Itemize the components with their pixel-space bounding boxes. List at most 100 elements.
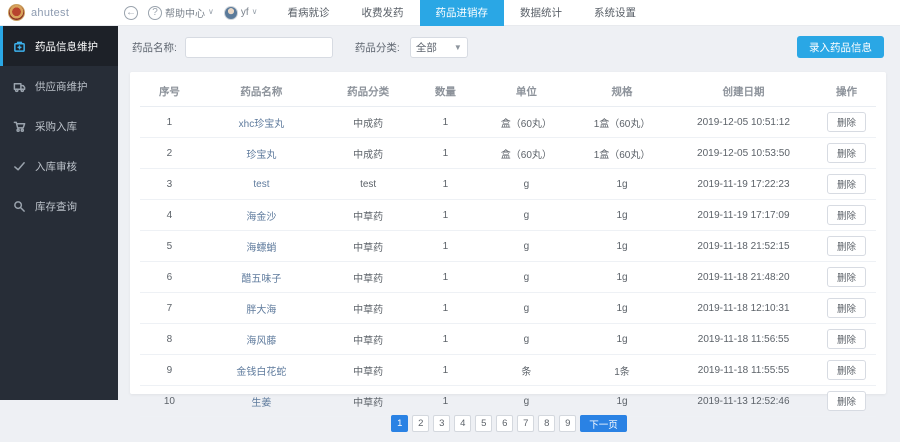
page-button[interactable]: 8 <box>538 415 555 432</box>
row-index: 1 <box>140 107 199 138</box>
table-body: 1xhc珍宝丸中成药1盒（60丸）1盒（60丸）2019-12-05 10:51… <box>140 107 876 417</box>
drug-qty: 1 <box>412 107 478 138</box>
table-row: 7胖大海中草药1g1g2019-11-18 12:10:31删除 <box>140 293 876 324</box>
filter-bar: 药品名称: 药品分类: 全部 ▼ 录入药品信息 <box>118 26 900 68</box>
delete-button[interactable]: 删除 <box>827 112 866 132</box>
top-nav-item[interactable]: 药品进销存 <box>420 0 505 26</box>
drug-spec: 1条 <box>574 355 670 386</box>
drug-name: 醋五味子 <box>199 262 324 293</box>
column-header: 规格 <box>574 76 670 107</box>
drug-name-input[interactable] <box>185 37 333 58</box>
drug-qty: 1 <box>412 231 478 262</box>
delete-button[interactable]: 删除 <box>827 174 866 194</box>
table-row: 6醋五味子中草药1g1g2019-11-18 21:48:20删除 <box>140 262 876 293</box>
created-date: 2019-11-13 12:52:46 <box>670 386 817 417</box>
drug-name: 海风藤 <box>199 324 324 355</box>
table-row: 8海风藤中草药1g1g2019-11-18 11:56:55删除 <box>140 324 876 355</box>
drug-category: 中草药 <box>324 324 412 355</box>
back-icon[interactable]: ← <box>124 6 138 20</box>
table-row: 9金钱白花蛇中草药1条1条2019-11-18 11:55:55删除 <box>140 355 876 386</box>
drug-spec: 1g <box>574 293 670 324</box>
drug-unit: g <box>479 293 575 324</box>
drug-spec: 1g <box>574 169 670 200</box>
page-button[interactable]: 9 <box>559 415 576 432</box>
created-date: 2019-12-05 10:53:50 <box>670 138 817 169</box>
drug-category: 中成药 <box>324 107 412 138</box>
drug-qty: 1 <box>412 262 478 293</box>
sidebar-item-label: 供应商维护 <box>35 79 88 94</box>
sidebar-item[interactable]: 采购入库 <box>0 106 118 146</box>
column-header: 序号 <box>140 76 199 107</box>
drug-name: xhc珍宝丸 <box>199 107 324 138</box>
sidebar-item[interactable]: 入库审核 <box>0 146 118 186</box>
drug-name: test <box>199 169 324 200</box>
column-header: 操作 <box>817 76 876 107</box>
page-button[interactable]: 5 <box>475 415 492 432</box>
delete-button[interactable]: 删除 <box>827 329 866 349</box>
drug-qty: 1 <box>412 293 478 324</box>
page-button[interactable]: 4 <box>454 415 471 432</box>
sidebar-item[interactable]: 药品信息维护 <box>0 26 118 66</box>
drug-name: 生姜 <box>199 386 324 417</box>
row-actions: 删除 <box>817 386 876 417</box>
chevron-down-icon: ∨ <box>208 7 214 16</box>
row-actions: 删除 <box>817 169 876 200</box>
row-actions: 删除 <box>817 138 876 169</box>
drug-spec: 1g <box>574 231 670 262</box>
page-button[interactable]: 6 <box>496 415 513 432</box>
question-icon: ? <box>148 6 162 20</box>
page-button[interactable]: 7 <box>517 415 534 432</box>
pagination: 123456789下一页 <box>118 415 900 432</box>
add-drug-button[interactable]: 录入药品信息 <box>797 36 884 58</box>
drug-category-select[interactable]: 全部 ▼ <box>410 37 468 58</box>
app-logo-icon <box>8 4 25 21</box>
row-actions: 删除 <box>817 293 876 324</box>
page-button[interactable]: 3 <box>433 415 450 432</box>
top-nav-item[interactable]: 系统设置 <box>578 0 652 26</box>
row-index: 4 <box>140 200 199 231</box>
delete-button[interactable]: 删除 <box>827 143 866 163</box>
sidebar-item[interactable]: 库存查询 <box>0 186 118 226</box>
drug-spec: 1g <box>574 386 670 417</box>
brand: ahutest <box>0 4 118 21</box>
medicine-box-icon <box>13 40 26 53</box>
column-header: 单位 <box>479 76 575 107</box>
top-nav-item[interactable]: 数据统计 <box>504 0 578 26</box>
page-button[interactable]: 2 <box>412 415 429 432</box>
delete-button[interactable]: 删除 <box>827 360 866 380</box>
sidebar-item[interactable]: 供应商维护 <box>0 66 118 106</box>
row-actions: 删除 <box>817 324 876 355</box>
delete-button[interactable]: 删除 <box>827 236 866 256</box>
delete-button[interactable]: 删除 <box>827 391 866 411</box>
chevron-down-icon: ∨ <box>252 7 258 16</box>
drug-name: 海金沙 <box>199 200 324 231</box>
drug-category: 中草药 <box>324 262 412 293</box>
top-nav-item[interactable]: 收费发药 <box>346 0 420 26</box>
drug-table-card: 序号药品名称药品分类数量单位规格创建日期操作 1xhc珍宝丸中成药1盒（60丸）… <box>130 72 886 394</box>
column-header: 药品分类 <box>324 76 412 107</box>
search-icon <box>13 200 26 213</box>
page-button[interactable]: 1 <box>391 415 408 432</box>
drug-category-label: 药品分类: <box>355 40 400 55</box>
next-page-button[interactable]: 下一页 <box>580 415 627 432</box>
delete-button[interactable]: 删除 <box>827 267 866 287</box>
delete-button[interactable]: 删除 <box>827 205 866 225</box>
top-nav: 看病就诊收费发药药品进销存数据统计系统设置 <box>272 0 653 26</box>
table-row: 5海螵蛸中草药1g1g2019-11-18 21:52:15删除 <box>140 231 876 262</box>
drug-category: 中草药 <box>324 355 412 386</box>
drug-qty: 1 <box>412 169 478 200</box>
row-index: 7 <box>140 293 199 324</box>
drug-qty: 1 <box>412 386 478 417</box>
top-nav-item[interactable]: 看病就诊 <box>272 0 346 26</box>
drug-unit: g <box>479 200 575 231</box>
table-row: 2珍宝丸中成药1盒（60丸）1盒（60丸）2019-12-05 10:53:50… <box>140 138 876 169</box>
user-menu[interactable]: yf ∨ <box>224 6 258 20</box>
drug-category: 中草药 <box>324 231 412 262</box>
table-header-row: 序号药品名称药品分类数量单位规格创建日期操作 <box>140 76 876 107</box>
delete-button[interactable]: 删除 <box>827 298 866 318</box>
avatar <box>224 6 238 20</box>
drug-table: 序号药品名称药品分类数量单位规格创建日期操作 1xhc珍宝丸中成药1盒（60丸）… <box>140 76 876 417</box>
user-name: yf <box>241 7 249 18</box>
help-center-link[interactable]: ? 帮助中心 ∨ <box>148 5 214 20</box>
row-index: 10 <box>140 386 199 417</box>
